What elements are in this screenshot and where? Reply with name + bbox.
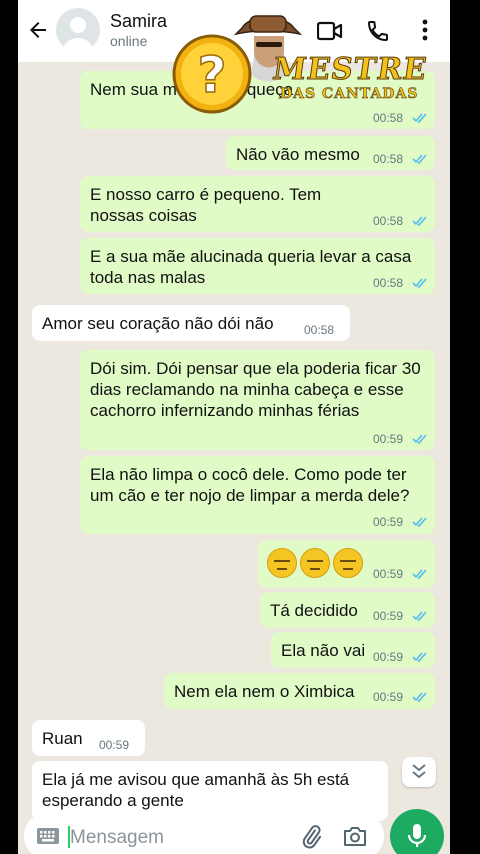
expressionless-face-emoji (267, 548, 297, 578)
watermark-subtitle: DAS CANTADAS (280, 86, 419, 103)
message-bubble-incoming[interactable]: Amor seu coração não dói não (32, 305, 350, 341)
message-time: 00:59 (373, 515, 404, 529)
message-time: 00:58 (304, 323, 335, 337)
chat-screen: Samira online Nem sua m a não esqueça 00… (18, 0, 450, 854)
message-text: E a sua mãe alucinada queria levar a cas… (90, 247, 412, 287)
svg-text:?: ? (197, 46, 226, 104)
message-text: Ela não vai (281, 641, 366, 660)
back-arrow-icon[interactable] (26, 18, 50, 47)
message-time: 00:59 (373, 650, 404, 664)
read-ticks-icon (412, 514, 429, 532)
message-bubble-outgoing[interactable]: Ela não vai (271, 632, 435, 668)
expressionless-face-emoji (333, 548, 363, 578)
contact-name[interactable]: Samira (110, 11, 167, 32)
contact-status: online (110, 33, 148, 49)
mic-icon (407, 824, 427, 847)
read-ticks-icon (412, 275, 429, 293)
message-text: Não vão mesmo (236, 145, 360, 164)
avatar[interactable] (56, 8, 100, 52)
message-time: 00:59 (99, 738, 130, 752)
message-bubble-outgoing[interactable]: Tá decidido (260, 592, 435, 628)
message-time: 00:58 (373, 214, 404, 228)
more-vert-icon[interactable] (421, 18, 429, 47)
attach-icon[interactable] (300, 825, 324, 854)
read-ticks-icon (412, 608, 429, 626)
message-text: Tá decidido (270, 601, 358, 620)
read-ticks-icon (412, 151, 429, 169)
read-ticks-icon (412, 649, 429, 667)
camera-icon[interactable] (343, 825, 367, 852)
read-ticks-icon (412, 110, 429, 128)
message-time: 00:58 (373, 111, 404, 125)
message-composer (24, 812, 384, 854)
keyboard-icon[interactable] (36, 827, 60, 850)
read-ticks-icon (412, 689, 429, 707)
message-time: 00:58 (373, 152, 404, 166)
message-time: 00:59 (373, 567, 404, 581)
message-time: 00:59 (373, 609, 404, 623)
expressionless-face-emoji (300, 548, 330, 578)
message-text: Ela não limpa o cocô dele. Como pode ter… (90, 465, 410, 505)
message-bubble-outgoing[interactable] (258, 540, 435, 588)
read-ticks-icon (412, 431, 429, 449)
message-text: E nosso carro é pequeno. Tem nossas cois… (90, 185, 322, 225)
text-caret (68, 826, 70, 848)
scroll-down-icon (412, 764, 426, 779)
message-text: Dói sim. Dói pensar que ela poderia fica… (90, 359, 421, 420)
message-bubble-outgoing[interactable]: Não vão mesmo (226, 136, 435, 170)
mic-button[interactable] (390, 809, 444, 854)
message-text: Ruan (42, 729, 83, 748)
read-ticks-icon (412, 213, 429, 231)
message-time: 00:59 (373, 432, 404, 446)
message-text: Ela já me avisou que amanhã às 5h está e… (42, 770, 350, 810)
avatar-placeholder-icon (62, 17, 94, 52)
scroll-down-button[interactable] (402, 757, 436, 787)
message-input[interactable] (68, 824, 292, 852)
watermark-title: MESTRE (270, 52, 430, 88)
message-text: Nem ela nem o Ximbica (174, 682, 355, 701)
read-ticks-icon (412, 566, 429, 584)
message-text: Amor seu coração não dói não (42, 314, 274, 333)
message-time: 00:58 (373, 276, 404, 290)
message-time: 00:59 (373, 690, 404, 704)
